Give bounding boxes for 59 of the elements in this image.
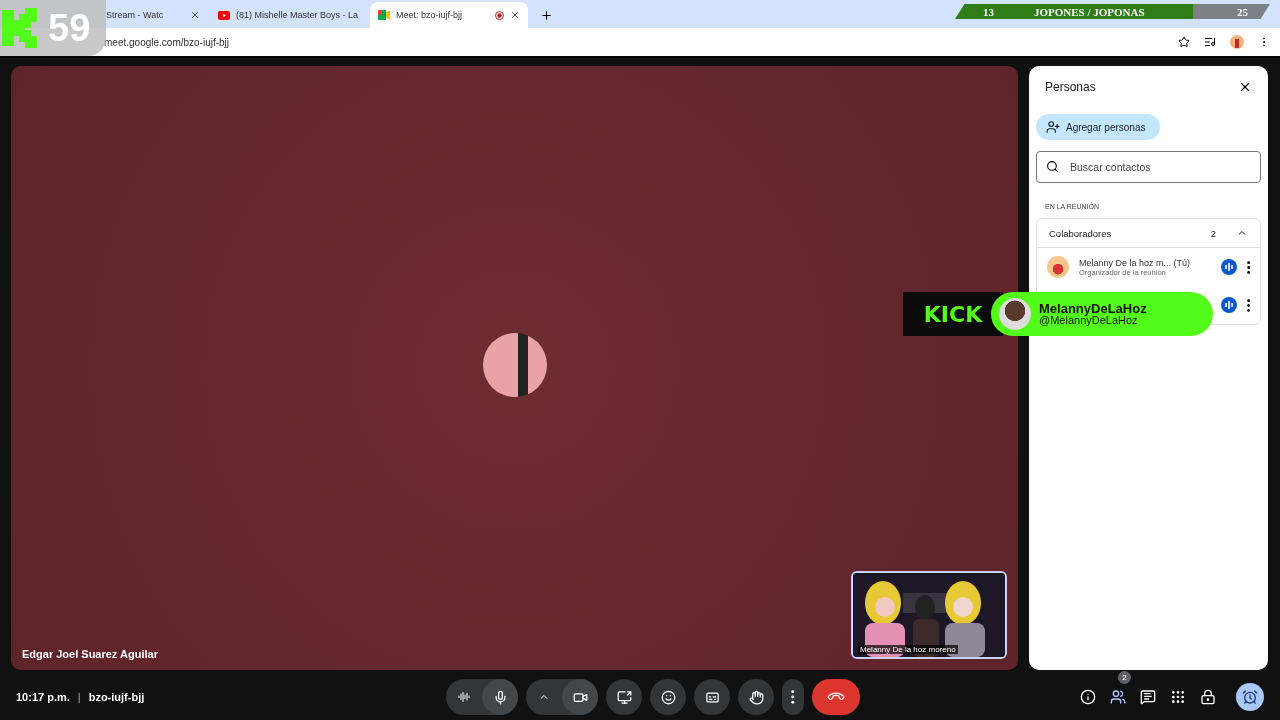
participant-name: Melanny De la hoz m... (Tú) [1079, 257, 1192, 268]
channel-handle: @MelannyDeLaHoz [1039, 315, 1138, 326]
screen-share-icon [616, 689, 632, 705]
kick-logo: KICK [903, 292, 1003, 336]
avatar [999, 298, 1031, 330]
lock-icon[interactable] [1200, 689, 1216, 705]
score: 25 [1237, 5, 1248, 18]
add-people-button[interactable]: Agregar personas [1036, 114, 1160, 140]
chat-icon[interactable] [1140, 689, 1156, 705]
alarm-clock-icon[interactable] [1236, 683, 1264, 711]
more-options-button[interactable] [782, 679, 804, 715]
score-title: JOPONES / JOPONAS [1034, 5, 1145, 18]
panel-title: Personas [1045, 80, 1096, 94]
profile-avatar[interactable] [1230, 35, 1244, 49]
separator: | [77, 691, 81, 703]
search-icon [1046, 160, 1059, 173]
audio-level-icon [1220, 297, 1237, 313]
more-icon[interactable] [1246, 260, 1250, 274]
captions-button[interactable] [694, 679, 730, 715]
people-count-badge: 2 [1118, 671, 1131, 684]
close-icon[interactable] [1238, 80, 1252, 94]
info-icon[interactable] [1080, 689, 1096, 705]
participant-name: Edgar Joel Suarez Aguilar [22, 648, 158, 660]
close-icon[interactable] [510, 10, 520, 20]
more-icon[interactable] [1246, 298, 1250, 312]
participant-count: 2 [1210, 227, 1216, 239]
apps-icon[interactable] [1170, 689, 1186, 705]
audio-level-icon [458, 691, 470, 703]
audio-level-icon [1220, 259, 1237, 275]
score: 13 [983, 5, 994, 18]
microphone-button[interactable] [482, 679, 518, 715]
search-field[interactable]: Buscar contactos [1036, 151, 1261, 183]
browser-tab[interactable]: (81) Mishelle Master Boys - La [210, 2, 368, 28]
hand-icon [748, 689, 764, 705]
browser-tab[interactable]: Meet: bzo-iujf-bjj [370, 2, 528, 28]
meeting-code: bzo-iujf-bjj [88, 691, 145, 703]
participant-name: Melanny De la hoz moreno [858, 645, 958, 654]
close-icon[interactable] [190, 10, 200, 20]
group-label[interactable]: Colaboradores [1049, 227, 1211, 239]
camera-icon [378, 10, 390, 20]
people-icon[interactable] [1110, 689, 1126, 705]
star-icon[interactable] [1178, 36, 1190, 48]
clock-time: 10:17 p.m. [16, 691, 70, 703]
emoji-button[interactable] [650, 679, 686, 715]
media-icon[interactable] [1204, 36, 1216, 48]
camera-button[interactable] [562, 679, 598, 715]
present-button[interactable] [606, 679, 642, 715]
more-icon [791, 690, 795, 704]
new-tab-icon[interactable] [540, 9, 553, 22]
video-site-icon [218, 10, 230, 20]
avatar [1047, 256, 1069, 278]
viewer-count: 59 [48, 6, 91, 50]
end-call-button[interactable] [812, 679, 860, 715]
raise-hand-button[interactable] [738, 679, 774, 715]
add-person-icon [1046, 120, 1060, 134]
microphone-icon [492, 689, 508, 705]
captions-icon [704, 689, 720, 705]
smiley-icon [660, 689, 676, 705]
channel-name: MelannyDeLaHoz [1039, 302, 1147, 315]
